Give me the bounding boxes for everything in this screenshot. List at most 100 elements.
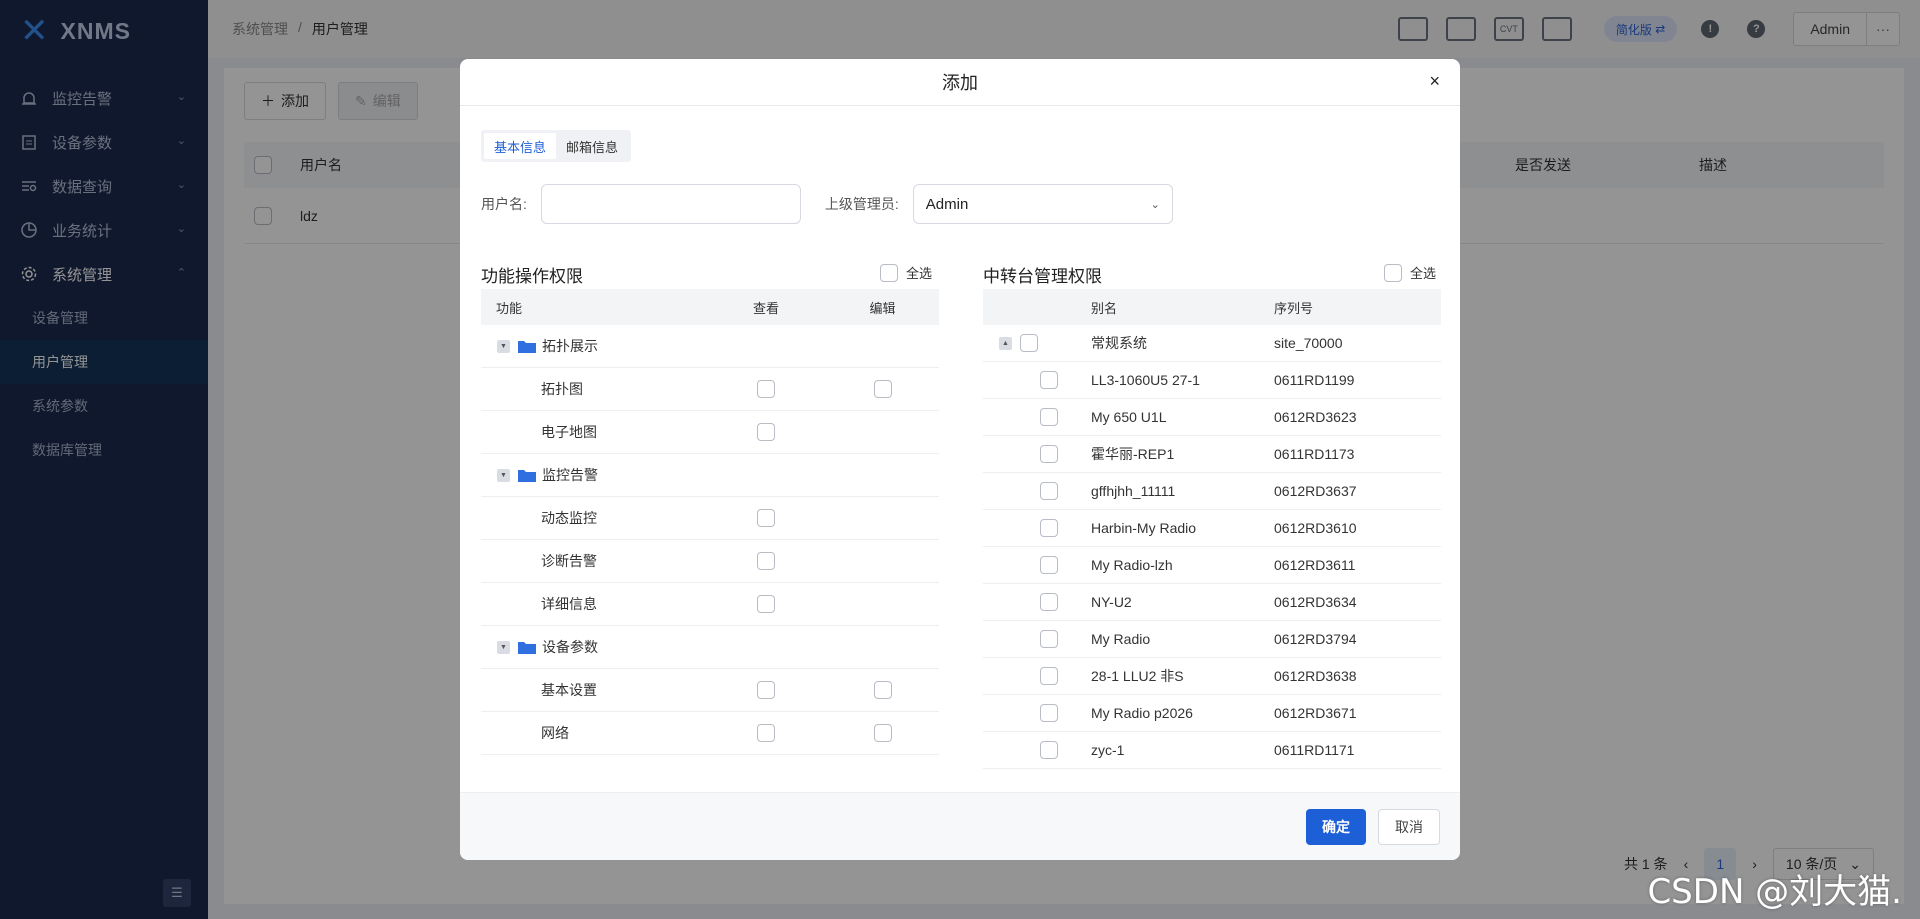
relay-checkbox[interactable] [1040,519,1058,537]
function-select-all-checkbox[interactable] [880,263,898,282]
relay-alias: My Radio-lzh [1091,557,1173,573]
function-row: 拓扑图 [481,368,939,411]
cancel-button[interactable]: 取消 [1378,808,1440,845]
view-checkbox[interactable] [757,595,775,613]
relay-serial: 0612RD3638 [1274,668,1357,684]
edit-checkbox[interactable] [873,724,892,742]
relay-row[interactable]: LL3-1060U5 27-1 0611RD1199 [983,362,1441,399]
relay-alias: LL3-1060U5 27-1 [1091,372,1200,388]
relay-checkbox[interactable] [1040,667,1058,685]
view-checkbox[interactable] [757,552,775,570]
relay-select-all[interactable]: 全选 [1384,263,1436,282]
relay-group-row[interactable]: ▲ 常规系统 site_70000 [983,325,1441,362]
add-user-dialog: 添加 × 基本信息 邮箱信息 用户名: 上级管理员: Admin ⌄ 功能操作权… [460,59,1460,860]
relay-row[interactable]: My Radio-lzh 0612RD3611 [983,547,1441,584]
relay-serial: 0612RD3634 [1274,594,1357,610]
relay-row[interactable]: 霍华丽-REP1 0611RD1173 [983,436,1441,473]
group-label: 监控告警 [542,467,598,483]
function-row: 详细信息 [481,583,939,626]
relay-alias: zyc-1 [1091,742,1125,758]
expand-toggle-icon[interactable]: ▲ [999,336,1012,350]
relay-row[interactable]: Harbin-My Radio 0612RD3610 [983,510,1441,547]
view-checkbox[interactable] [757,724,775,742]
view-checkbox[interactable] [757,681,775,699]
relay-serial: 0612RD3637 [1274,483,1357,499]
manager-select[interactable]: Admin ⌄ [912,184,1173,224]
relay-permission-title: 中转台管理权限 [983,267,1102,286]
dialog-header: 添加 × [460,59,1460,106]
function-select-all[interactable]: 全选 [880,263,932,282]
function-label: 诊断告警 [541,553,597,569]
group-serial: site_70000 [1274,335,1343,351]
column-edit: 编辑 [869,300,896,316]
username-input[interactable] [540,184,801,224]
relay-alias: My 650 U1L [1091,409,1167,425]
close-icon[interactable]: × [1429,71,1440,92]
function-permission-table: 功能 查看 编辑 ▼ 拓扑展示 拓扑图 电子地图 ▼ 监控告警 动态监控 诊断告… [481,289,939,755]
relay-row[interactable]: My Radio p2026 0612RD3671 [983,695,1441,732]
tree-group-row[interactable]: ▼ 设备参数 [481,626,939,669]
relay-serial: 0612RD3623 [1274,409,1357,425]
relay-alias: Harbin-My Radio [1091,520,1197,536]
dialog-body: 基本信息 邮箱信息 用户名: 上级管理员: Admin ⌄ 功能操作权限 全选 … [460,106,1460,792]
relay-serial: 0611RD1199 [1274,372,1355,388]
column-serial: 序列号 [1274,300,1314,316]
function-label: 网络 [541,725,569,741]
relay-row[interactable]: My Radio 0612RD3794 [983,621,1441,658]
username-label: 用户名: [481,196,527,212]
relay-alias: My Radio [1091,631,1151,647]
relay-checkbox[interactable] [1040,556,1058,574]
relay-row[interactable]: NY-U2 0612RD3634 [983,584,1441,621]
relay-checkbox[interactable] [1040,704,1058,722]
relay-checkbox[interactable] [1040,445,1058,463]
relay-alias: 霍华丽-REP1 [1091,446,1175,462]
function-select-all-label: 全选 [906,266,933,281]
relay-serial: 0612RD3611 [1274,557,1356,573]
edit-checkbox[interactable] [873,380,892,398]
relay-checkbox[interactable] [1040,593,1058,611]
tab-email-info[interactable]: 邮箱信息 [556,133,628,159]
relay-serial: 0611RD1171 [1274,742,1355,758]
collapse-toggle-icon[interactable]: ▼ [497,640,510,654]
group-alias: 常规系统 [1091,335,1147,351]
function-label: 详细信息 [541,596,597,612]
dialog-tabs: 基本信息 邮箱信息 [481,130,632,162]
relay-select-all-checkbox[interactable] [1384,263,1402,282]
view-checkbox[interactable] [757,423,775,441]
relay-checkbox[interactable] [1040,408,1058,426]
tree-group-row[interactable]: ▼ 监控告警 [481,454,939,497]
column-view: 查看 [752,300,779,316]
view-checkbox[interactable] [757,380,775,398]
function-table-header: 功能 查看 编辑 [481,289,939,325]
relay-serial: 0612RD3610 [1274,520,1357,536]
column-alias: 别名 [1091,300,1118,316]
collapse-toggle-icon[interactable]: ▼ [497,468,510,482]
relay-row[interactable]: gffhjhh_11111 0612RD3637 [983,473,1441,510]
tab-basic-info[interactable]: 基本信息 [484,133,557,159]
collapse-toggle-icon[interactable]: ▼ [497,339,510,353]
user-form: 用户名: 上级管理员: Admin ⌄ [481,184,1173,224]
relay-checkbox[interactable] [1040,371,1058,389]
relay-checkbox[interactable] [1040,482,1058,500]
relay-alias: NY-U2 [1091,594,1132,610]
watermark: CSDN @刘大猫. [1647,872,1902,912]
relay-select-all-label: 全选 [1410,266,1437,281]
relay-checkbox[interactable] [1040,630,1058,648]
confirm-button[interactable]: 确定 [1306,808,1366,845]
function-row: 基本设置 [481,669,939,712]
tree-group-row[interactable]: ▼ 拓扑展示 [481,325,939,368]
relay-table-header: 别名 序列号 [983,289,1441,325]
view-checkbox[interactable] [757,509,775,527]
function-label: 电子地图 [541,424,597,440]
relay-row[interactable]: My 650 U1L 0612RD3623 [983,399,1441,436]
folder-open-icon [518,341,536,353]
relay-row[interactable]: 28-1 LLU2 非S 0612RD3638 [983,658,1441,695]
function-permission-title: 功能操作权限 [481,267,583,286]
relay-checkbox[interactable] [1040,741,1058,759]
column-function: 功能 [496,300,523,316]
relay-row[interactable]: zyc-1 0611RD1171 [983,732,1441,769]
manager-value: Admin [925,195,969,213]
edit-checkbox[interactable] [873,681,892,699]
group-checkbox[interactable] [1020,334,1038,352]
function-row: 电子地图 [481,411,939,454]
